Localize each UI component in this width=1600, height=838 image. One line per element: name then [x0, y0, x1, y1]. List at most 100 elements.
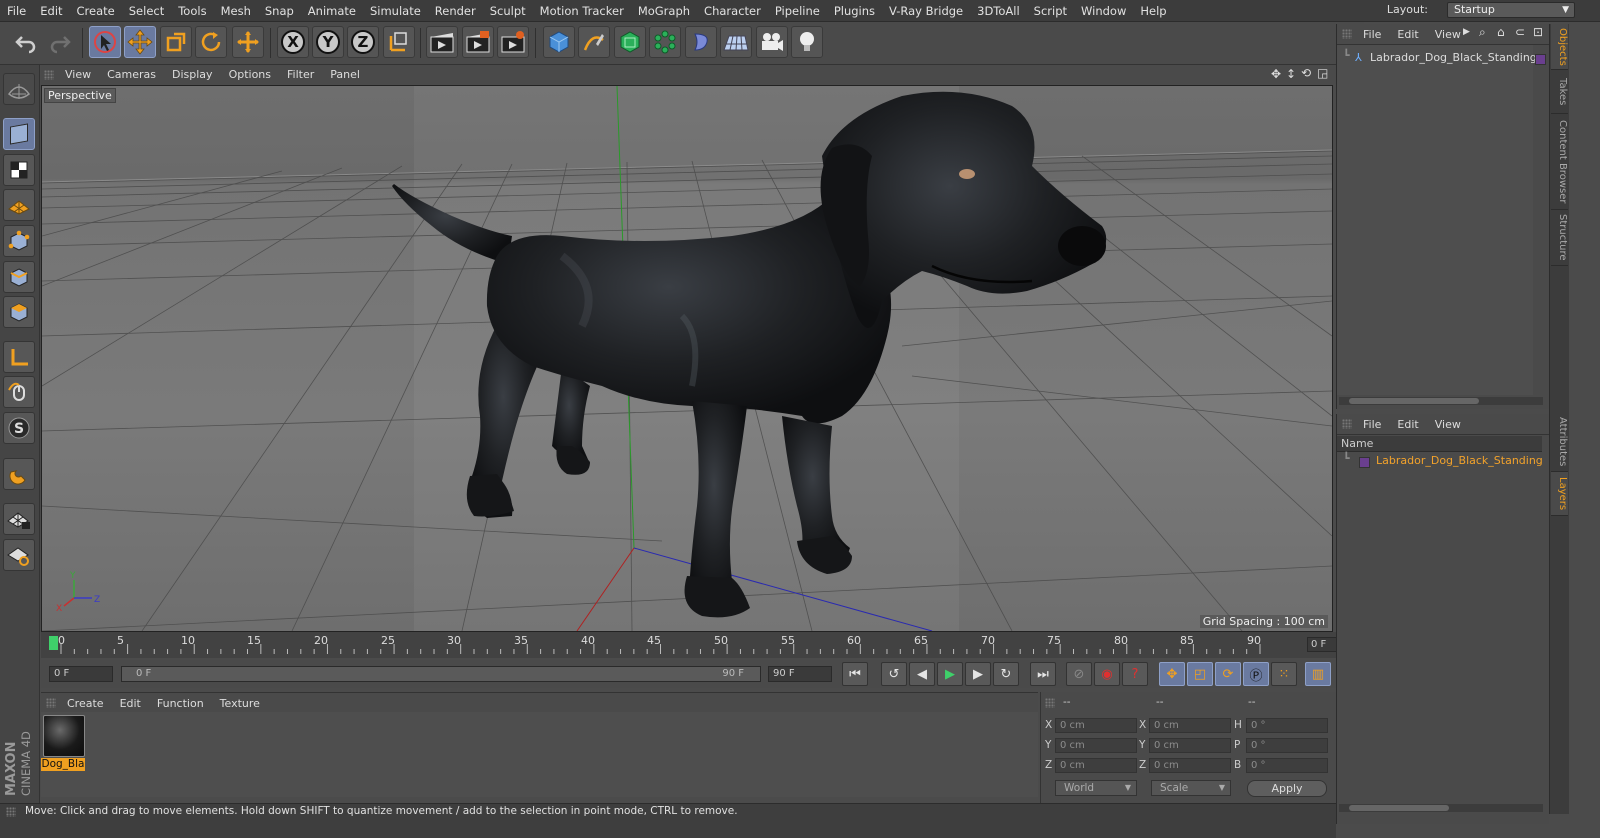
tweak-mode-icon[interactable]: [3, 376, 35, 408]
recent-tool-icon[interactable]: [232, 26, 264, 58]
menu-tools[interactable]: Tools: [171, 4, 213, 18]
viewport-menu-cameras[interactable]: Cameras: [99, 68, 164, 81]
material-menu-edit[interactable]: Edit: [112, 697, 149, 710]
menu-3dtoall[interactable]: 3DToAll: [970, 4, 1027, 18]
menu-render[interactable]: Render: [428, 4, 483, 18]
key-position-icon[interactable]: ✥: [1159, 662, 1185, 686]
object-layer-chip[interactable]: [1535, 54, 1546, 65]
snap-magnet-icon[interactable]: [3, 458, 35, 490]
layers-menu-view[interactable]: View: [1427, 418, 1469, 431]
edit-render-settings-icon[interactable]: [497, 26, 529, 58]
key-parameter-icon[interactable]: Ⓟ: [1243, 662, 1269, 686]
home-icon[interactable]: ⌂: [1497, 25, 1505, 39]
menu-character[interactable]: Character: [697, 4, 768, 18]
menu-edit[interactable]: Edit: [33, 4, 69, 18]
position-x-field[interactable]: 0 cm: [1055, 718, 1137, 733]
scrollbar-thumb[interactable]: [1349, 805, 1449, 811]
timeline-window-icon[interactable]: ▥: [1305, 662, 1331, 686]
menu-animate[interactable]: Animate: [301, 4, 363, 18]
menu-script[interactable]: Script: [1027, 4, 1074, 18]
frame-range-slider[interactable]: 0 F 90 F: [121, 666, 761, 682]
search-icon[interactable]: ⌕: [1479, 25, 1486, 40]
viewport-nav-rotate-icon[interactable]: ⟲: [1301, 66, 1311, 80]
previous-key-icon[interactable]: ↺: [881, 662, 907, 686]
layer-column-header[interactable]: Name: [1337, 436, 1542, 452]
planar-workplane-icon[interactable]: [3, 539, 35, 571]
material-menu-create[interactable]: Create: [59, 697, 112, 710]
key-point-level-icon[interactable]: ⁙: [1271, 662, 1297, 686]
points-mode-icon[interactable]: [3, 225, 35, 257]
render-view-icon[interactable]: [426, 26, 458, 58]
chevron-right-icon[interactable]: ▶: [1463, 27, 1470, 37]
make-editable-icon[interactable]: [3, 73, 35, 105]
apply-button[interactable]: Apply: [1247, 780, 1327, 797]
size-x-field[interactable]: 0 cm: [1149, 718, 1231, 733]
lock-x-icon[interactable]: X: [277, 26, 309, 58]
menu-vray-bridge[interactable]: V-Ray Bridge: [882, 4, 970, 18]
autokeying-icon[interactable]: ◉: [1094, 662, 1120, 686]
coordinate-mode-dropdown[interactable]: World ▼: [1055, 780, 1137, 796]
live-select-icon[interactable]: [89, 26, 121, 58]
enable-axis-icon[interactable]: [3, 341, 35, 373]
menu-create[interactable]: Create: [70, 4, 122, 18]
deformer-icon[interactable]: [685, 26, 717, 58]
layer-row[interactable]: ┗ Labrador_Dog_Black_Standing: [1343, 452, 1548, 470]
texture-mode-icon[interactable]: [3, 154, 35, 186]
pen-spline-icon[interactable]: [578, 26, 610, 58]
model-mode-icon[interactable]: [3, 118, 35, 150]
viewport-menu-filter[interactable]: Filter: [279, 68, 322, 81]
material-item[interactable]: Dog_Bla: [41, 712, 87, 774]
tab-structure[interactable]: Structure: [1551, 210, 1568, 266]
workplane-mode-icon[interactable]: [3, 189, 35, 221]
size-z-field[interactable]: 0 cm: [1149, 758, 1231, 773]
edges-mode-icon[interactable]: [3, 261, 35, 293]
objects-horizontal-scrollbar[interactable]: [1339, 397, 1543, 405]
layer-color-chip[interactable]: [1359, 457, 1370, 468]
menu-window[interactable]: Window: [1074, 4, 1133, 18]
position-z-field[interactable]: 0 cm: [1055, 758, 1137, 773]
panel-grip-icon[interactable]: [1342, 29, 1352, 39]
next-key-icon[interactable]: ↻: [993, 662, 1019, 686]
panel-grip-icon[interactable]: [6, 807, 16, 817]
subdivision-icon[interactable]: [614, 26, 646, 58]
material-menu-texture[interactable]: Texture: [212, 697, 268, 710]
size-y-field[interactable]: 0 cm: [1149, 738, 1231, 753]
tab-layers[interactable]: Layers: [1551, 472, 1568, 516]
go-to-start-icon[interactable]: ⏮: [842, 662, 868, 686]
previous-frame-icon[interactable]: ◀: [909, 662, 935, 686]
layers-menu-edit[interactable]: Edit: [1389, 418, 1426, 431]
keyframe-selection-icon[interactable]: ?: [1122, 662, 1148, 686]
key-rotation-icon[interactable]: ⟳: [1215, 662, 1241, 686]
rotation-p-field[interactable]: 0 °: [1246, 738, 1328, 753]
menu-pipeline[interactable]: Pipeline: [768, 4, 827, 18]
rotate-icon[interactable]: [195, 26, 227, 58]
locked-workplane-icon[interactable]: [3, 503, 35, 535]
material-menu-function[interactable]: Function: [149, 697, 212, 710]
layers-menu-file[interactable]: File: [1355, 418, 1389, 431]
coordinate-system-icon[interactable]: [383, 26, 415, 58]
tab-content-browser[interactable]: Content Browser: [1551, 114, 1568, 210]
object-row[interactable]: ┗ ⅄ Labrador_Dog_Black_Standing: [1343, 49, 1548, 67]
go-to-end-icon[interactable]: ⏭: [1030, 662, 1056, 686]
array-icon[interactable]: [649, 26, 681, 58]
viewport-menu-display[interactable]: Display: [164, 68, 221, 81]
end-frame-field[interactable]: 90 F: [768, 666, 832, 682]
next-frame-icon[interactable]: ▶: [965, 662, 991, 686]
menu-motion-tracker[interactable]: Motion Tracker: [533, 4, 631, 18]
layers-horizontal-scrollbar[interactable]: [1339, 804, 1543, 812]
play-forward-icon[interactable]: ▶: [937, 662, 963, 686]
move-icon[interactable]: [124, 26, 156, 58]
menu-mograph[interactable]: MoGraph: [631, 4, 697, 18]
rotation-h-field[interactable]: 0 °: [1246, 718, 1328, 733]
viewport-menu-panel[interactable]: Panel: [322, 68, 368, 81]
viewport-nav-zoom-icon[interactable]: ↕: [1286, 67, 1296, 81]
menu-snap[interactable]: Snap: [258, 4, 301, 18]
camera-label[interactable]: Perspective: [44, 88, 116, 103]
menu-plugins[interactable]: Plugins: [827, 4, 882, 18]
key-scale-icon[interactable]: ◰: [1187, 662, 1213, 686]
redo-icon[interactable]: [44, 26, 76, 58]
scrollbar-thumb[interactable]: [1349, 398, 1479, 404]
viewport-nav-move-icon[interactable]: ✥: [1271, 67, 1281, 81]
timeline-ruler[interactable]: 0 5 10 15 20 25 30 35 40 45 50 55 60 65 …: [41, 632, 1371, 658]
undo-icon[interactable]: [10, 26, 42, 58]
